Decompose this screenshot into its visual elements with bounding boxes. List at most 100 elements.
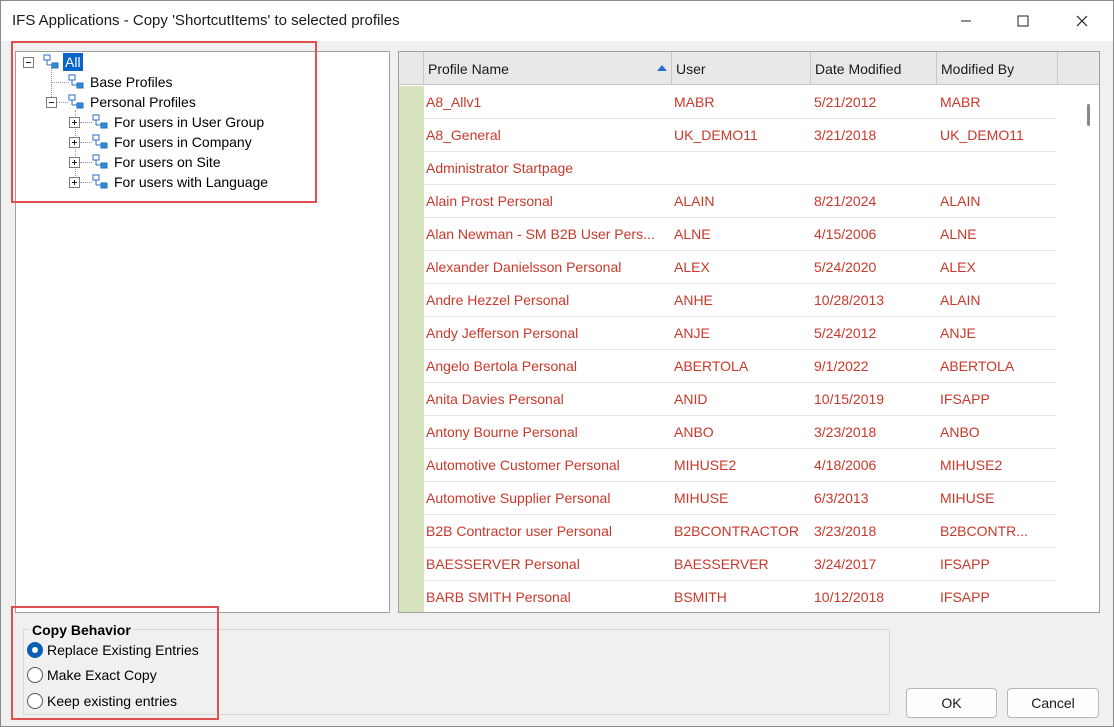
cell-profile-name: A8_Allv1 [426,94,482,110]
cell-date-modified: 10/12/2018 [814,589,885,605]
table-row[interactable]: Automotive Customer Personal MIHUSE2 4/18/… [424,449,1056,482]
tree-connector [56,102,68,103]
tree-connector [80,142,92,143]
cell-date-modified: 3/21/2018 [814,127,877,143]
column-header-modified-by[interactable]: Modified By [937,52,1058,85]
tree-node-base-profiles[interactable]: Base Profiles [88,72,174,92]
cell-modified-by: ALAIN [940,193,981,209]
column-header-label: Modified By [941,61,1015,77]
column-header-user[interactable]: User [672,52,811,85]
row-selector-gutter[interactable] [399,86,424,612]
minimize-icon [961,20,971,22]
cell-profile-name: BAESSERVER Personal [426,556,580,572]
radio-keep-existing[interactable]: Keep existing entries [27,691,177,711]
profile-folder-icon [43,54,59,69]
cell-date-modified: 10/15/2019 [814,391,885,407]
maximize-button[interactable] [1000,1,1046,41]
cell-date-modified: 10/28/2013 [814,292,885,308]
cell-profile-name: Alexander Danielsson Personal [426,259,622,275]
minimize-button[interactable] [943,1,989,41]
tree-node-language[interactable]: For users with Language [112,172,270,192]
column-header-date-modified[interactable]: Date Modified [811,52,937,85]
close-button[interactable] [1059,1,1105,41]
expand-user-group-toggle[interactable] [69,117,80,128]
profile-folder-icon [68,94,84,109]
cell-modified-by: ALNE [940,226,977,242]
table-row[interactable]: Andy Jefferson Personal ANJE 5/24/2012 ANJE [424,317,1056,350]
cell-modified-by: IFSAPP [940,589,990,605]
cell-modified-by: ANBO [940,424,980,440]
radio-button[interactable] [27,642,43,658]
collapse-personal-toggle[interactable] [46,97,57,108]
tree-label: For users in Company [114,134,252,150]
expand-site-toggle[interactable] [69,157,80,168]
table-row[interactable]: Alexander Danielsson Personal ALEX 5/24/20… [424,251,1056,284]
scrollbar-thumb[interactable] [1087,104,1090,126]
cell-date-modified: 4/15/2006 [814,226,877,242]
tree-connector [80,182,92,183]
table-row[interactable]: Antony Bourne Personal ANBO 3/23/2018 ANBO [424,416,1056,449]
tree-node-personal-profiles[interactable]: Personal Profiles [88,92,198,112]
profile-folder-icon [68,74,84,89]
row-selector-header[interactable] [399,52,424,85]
tree-node-company[interactable]: For users in Company [112,132,254,152]
expand-language-toggle[interactable] [69,177,80,188]
column-header-label: Profile Name [428,61,509,77]
cell-date-modified: 5/24/2012 [814,325,877,341]
ok-button[interactable]: OK [906,688,997,718]
table-row[interactable]: Angelo Bertola Personal ABERTOLA 9/1/2022 A… [424,350,1056,383]
table-row[interactable]: BARB SMITH Personal BSMITH 10/12/2018 IFSAP… [424,581,1056,612]
tree-label: For users with Language [114,174,269,190]
radio-make-exact-copy[interactable]: Make Exact Copy [27,665,157,685]
profile-folder-icon [92,154,108,169]
cell-profile-name: Automotive Supplier Personal [426,490,611,506]
table-row[interactable]: Administrator Startpage [424,152,1056,185]
collapse-all-toggle[interactable] [23,57,34,68]
tree-connector [80,122,92,123]
expand-company-toggle[interactable] [69,137,80,148]
close-icon [1076,15,1088,27]
cell-modified-by: ANJE [940,325,976,341]
table-row[interactable]: Automotive Supplier Personal MIHUSE 6/3/20… [424,482,1056,515]
vertical-scrollbar[interactable] [1058,86,1099,612]
cell-date-modified: 3/24/2017 [814,556,877,572]
radio-replace-existing[interactable]: Replace Existing Entries [27,640,199,660]
cell-user: ALEX [674,259,710,275]
profiles-grid[interactable]: Profile Name User Date Modified Modified… [398,51,1100,613]
cancel-button[interactable]: Cancel [1007,688,1099,718]
cell-profile-name: Anita Davies Personal [426,391,564,407]
radio-label: Keep existing entries [47,693,177,709]
profile-tree[interactable]: All Base Profiles Personal Profiles For … [15,51,390,613]
column-header-profile-name[interactable]: Profile Name [424,52,672,85]
table-row[interactable]: Andre Hezzel Personal ANHE 10/28/2013 ALAIN [424,284,1056,317]
cell-modified-by: B2BCONTR... [940,523,1028,539]
table-row[interactable]: Alain Prost Personal ALAIN 8/21/2024 ALAIN [424,185,1056,218]
cell-user: UK_DEMO11 [674,127,758,143]
tree-label: Base Profiles [90,74,173,90]
cell-user: ABERTOLA [674,358,749,374]
title-bar[interactable]: IFS Applications - Copy 'ShortcutItems' … [1,1,1113,41]
cell-profile-name: Alain Prost Personal [426,193,553,209]
tree-node-site[interactable]: For users on Site [112,152,223,172]
cell-modified-by [940,152,1052,184]
tree-label: All [63,53,83,71]
table-row[interactable]: BAESSERVER Personal BAESSERVER 3/24/2017 IF… [424,548,1056,581]
cell-date-modified: 6/3/2013 [814,490,869,506]
cell-modified-by: MIHUSE [940,490,995,506]
table-row[interactable]: B2B Contractor user Personal B2BCONTRACTO… [424,515,1056,548]
table-row[interactable]: Anita Davies Personal ANID 10/15/2019 IFSAP… [424,383,1056,416]
table-row[interactable]: A8_General UK_DEMO11 3/21/2018 UK_DEMO11 [424,119,1056,152]
table-row[interactable]: Alan Newman - SM B2B User Pers... ALNE 4/1… [424,218,1056,251]
column-header-label: User [676,61,706,77]
maximize-icon [1017,15,1029,27]
tree-node-all[interactable]: All [63,52,83,72]
cell-date-modified: 9/1/2022 [814,358,869,374]
table-row[interactable]: A8_Allv1 MABR 5/21/2012 MABR [424,86,1056,119]
cell-modified-by: ALAIN [940,292,981,308]
cell-profile-name: BARB SMITH Personal [426,589,571,605]
radio-button[interactable] [27,667,43,683]
cell-modified-by: MIHUSE2 [940,457,1003,473]
tree-node-user-group[interactable]: For users in User Group [112,112,266,132]
radio-button[interactable] [27,693,43,709]
cell-modified-by: ALEX [940,259,976,275]
